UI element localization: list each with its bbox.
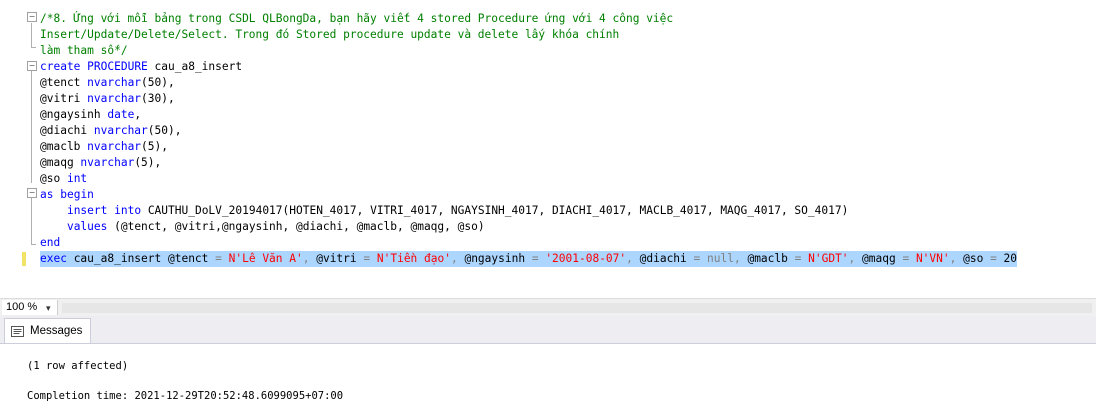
tab-messages[interactable]: Messages	[4, 318, 92, 343]
code-line[interactable]: end	[40, 235, 60, 251]
code-line[interactable]: Insert/Update/Delete/Select. Trong đó St…	[40, 27, 619, 43]
fold-guide	[31, 71, 32, 183]
messages-pane[interactable]: (1 row affected) Completion time: 2021-1…	[0, 344, 1096, 414]
zoom-dropdown[interactable]: 100 % ▾	[2, 300, 58, 315]
completion-time-message: Completion time: 2021-12-29T20:52:48.609…	[27, 390, 344, 402]
fold-guide-end	[31, 47, 36, 48]
results-tabstrip: Messages	[0, 316, 1096, 344]
collapse-begin-icon[interactable]: −	[27, 188, 37, 198]
code-line[interactable]: insert into CAUTHU_DoLV_20194017(HOTEN_4…	[40, 203, 848, 219]
code-line[interactable]: làm tham số*/	[40, 43, 128, 59]
fold-guide-end	[31, 244, 36, 245]
horizontal-scrollbar[interactable]	[62, 303, 1092, 313]
fold-guide	[31, 198, 32, 244]
query-editor[interactable]: − − − /*8. Ứng với mỗi bảng trong CSDL Q…	[0, 0, 1096, 298]
code-line[interactable]: as begin	[40, 187, 94, 203]
zoom-value: 100 %	[6, 301, 38, 313]
collapse-procedure-icon[interactable]: −	[27, 61, 37, 71]
code-line[interactable]: values (@tenct, @vitri,@ngaysinh, @diach…	[40, 219, 485, 235]
code-line[interactable]: @maqg nvarchar(5),	[40, 155, 161, 171]
code-line[interactable]: create PROCEDURE cau_a8_insert	[40, 59, 242, 75]
collapse-comment-icon[interactable]: −	[27, 12, 37, 22]
selected-exec-line[interactable]: exec cau_a8_insert @tenct = N'Lê Văn A',…	[40, 251, 1018, 267]
code-line[interactable]: @ngaysinh date,	[40, 107, 141, 123]
fold-guide	[31, 23, 32, 47]
code-line[interactable]: /*8. Ứng với mỗi bảng trong CSDL QLBongD…	[40, 11, 673, 27]
code-line[interactable]: @vitri nvarchar(30),	[40, 91, 175, 107]
code-line[interactable]: @tenct nvarchar(50),	[40, 75, 175, 91]
editor-margin	[0, 0, 24, 298]
code-line[interactable]: @so int	[40, 171, 87, 187]
current-line-marker	[22, 252, 26, 266]
code-line[interactable]: @maclb nvarchar(5),	[40, 139, 168, 155]
tab-messages-label: Messages	[30, 325, 83, 337]
editor-status-bar: 100 % ▾	[0, 298, 1096, 317]
chevron-down-icon: ▾	[46, 303, 51, 313]
code-line[interactable]: @diachi nvarchar(50),	[40, 123, 181, 139]
messages-icon	[11, 325, 24, 337]
rows-affected-message: (1 row affected)	[27, 360, 129, 372]
